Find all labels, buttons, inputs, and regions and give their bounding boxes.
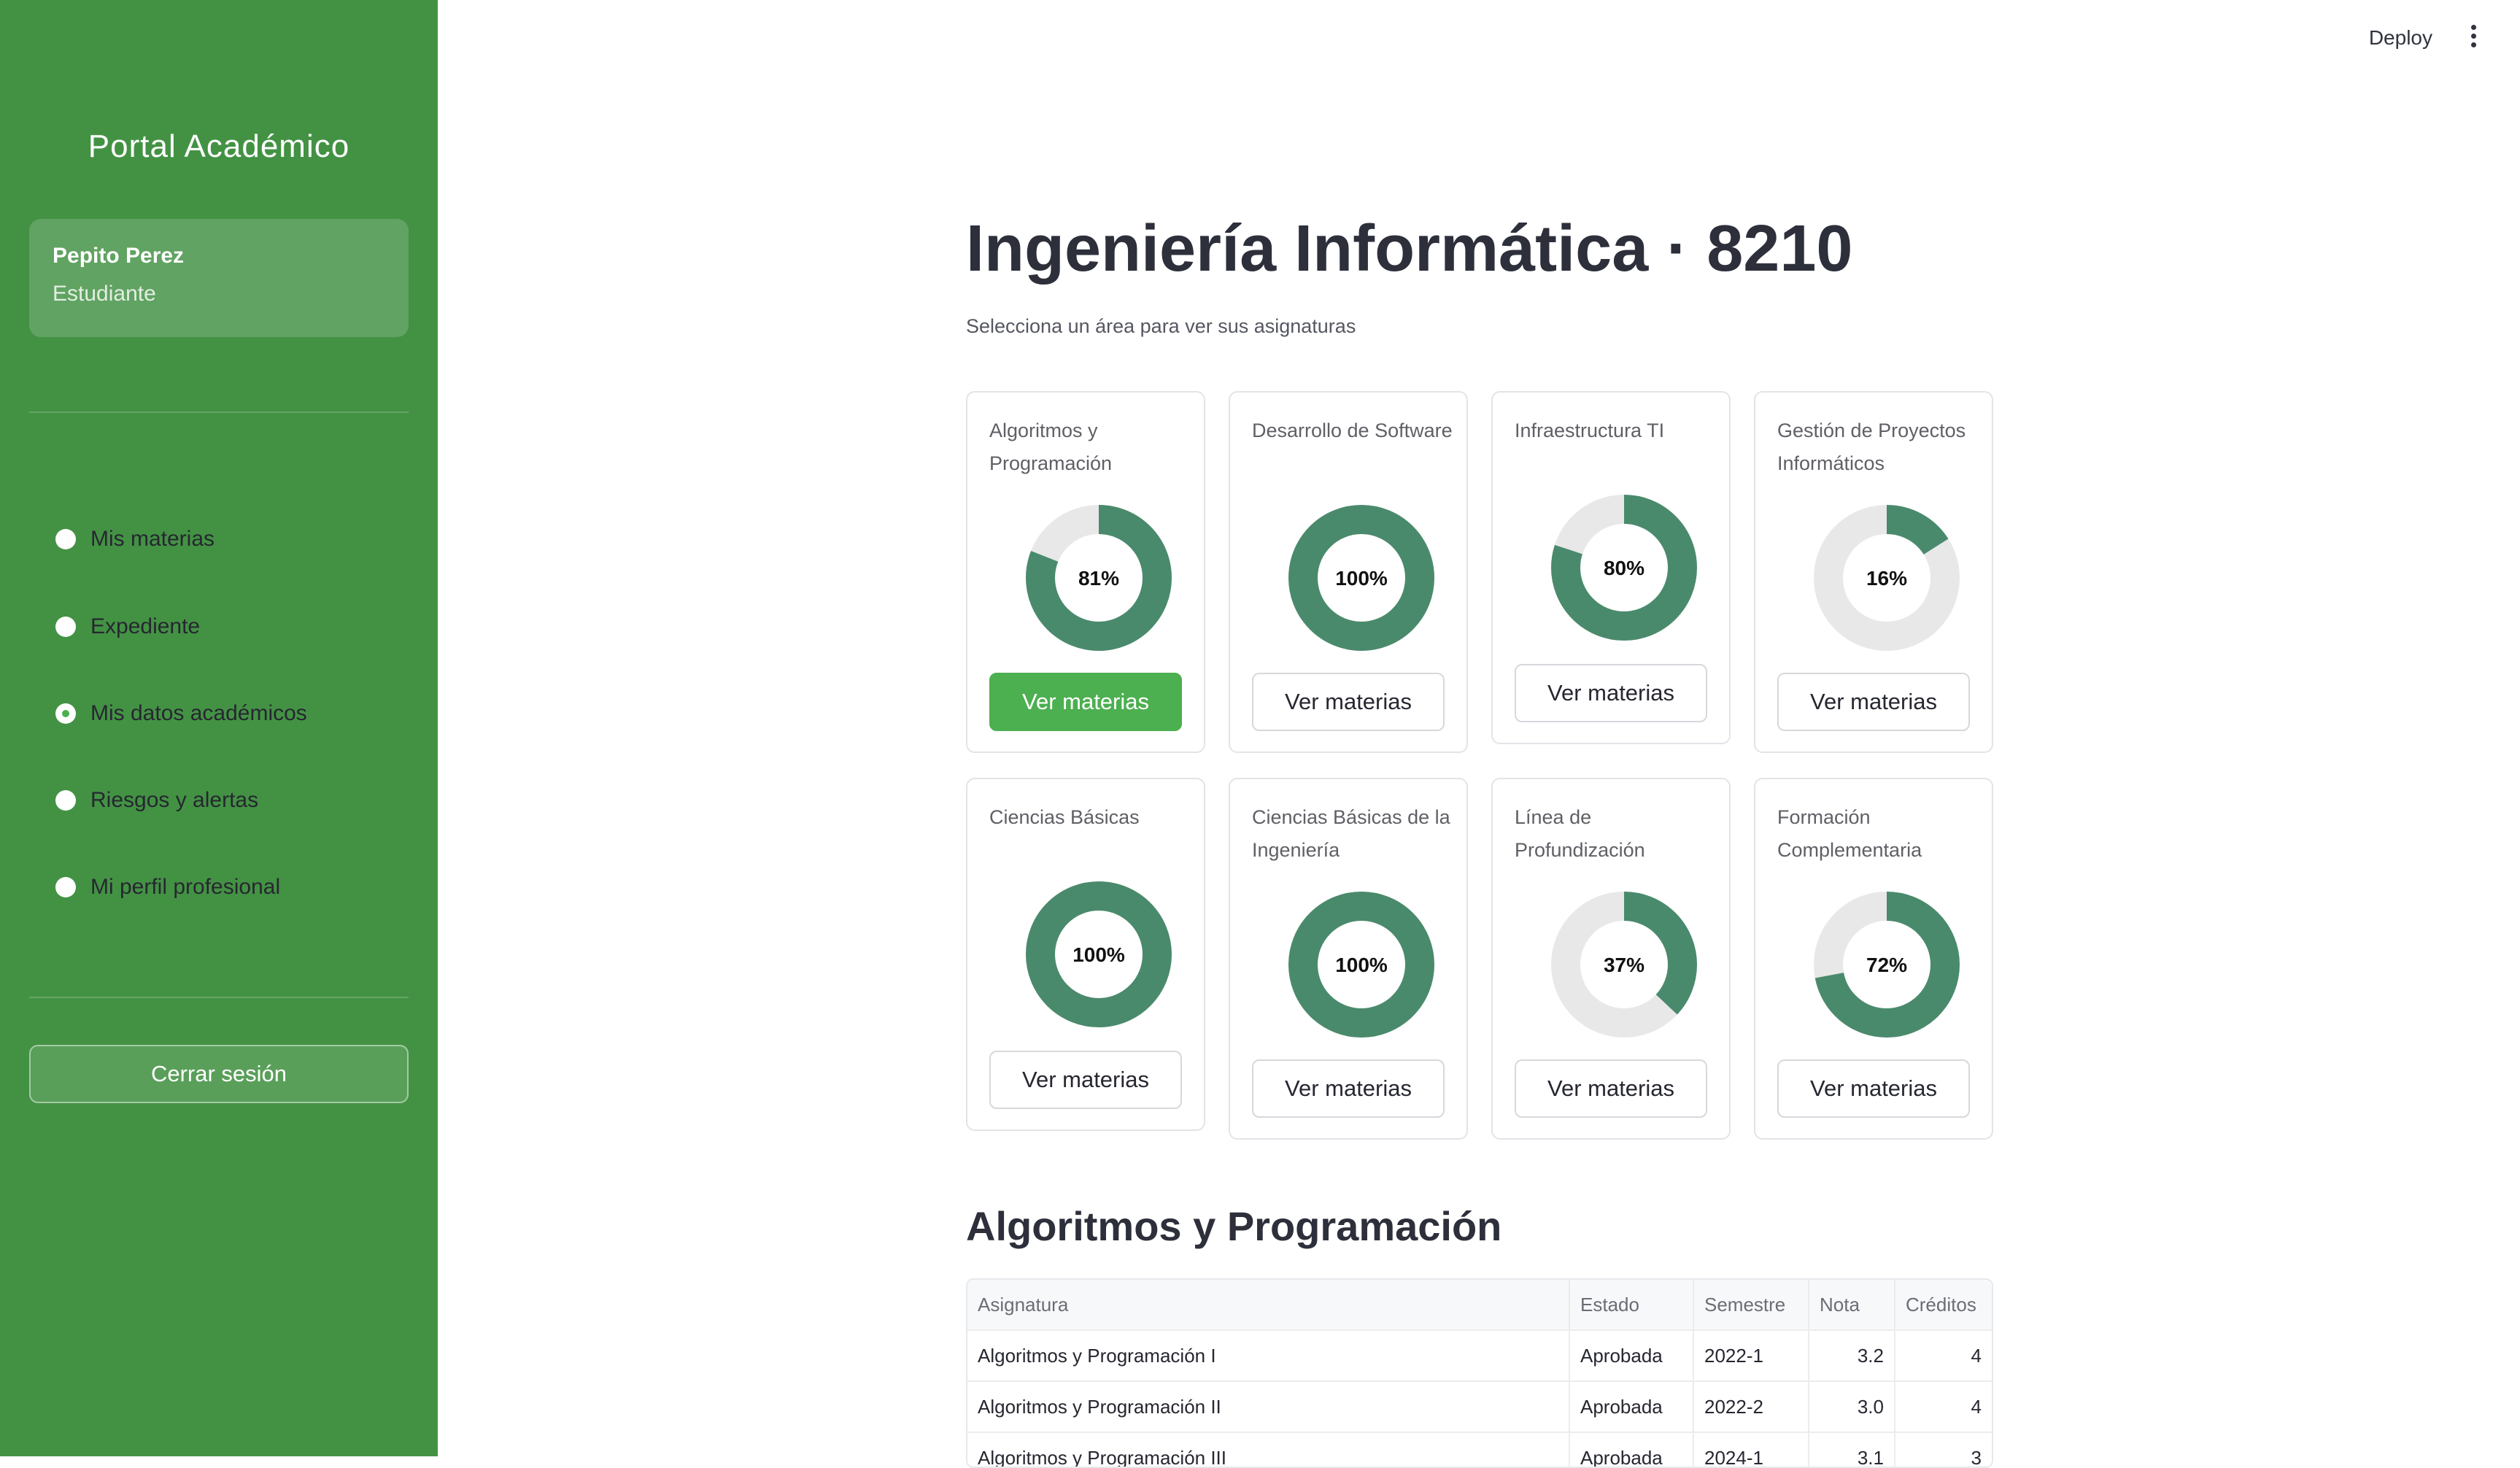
area-card: Ciencias Básicas de la Ingeniería 100% V… (1229, 778, 1468, 1140)
page-subtitle: Selecciona un área para ver sus asignatu… (966, 315, 1356, 337)
radio-icon[interactable] (55, 703, 76, 724)
area-card: Gestión de Proyectos Informáticos 16% Ve… (1754, 391, 1993, 753)
area-card-title: Algoritmos y Programación (989, 420, 1113, 474)
area-card-title: Línea de Profundización (1515, 806, 1645, 861)
progress-donut: 16% (1814, 505, 1960, 651)
donut-percent-label: 37% (1604, 954, 1644, 976)
area-card: Infraestructura TI 80% Ver materias (1491, 391, 1731, 744)
table-header-row: Asignatura Estado Semestre Nota Créditos (967, 1280, 1992, 1331)
table-cell: 2022-1 (1693, 1330, 1809, 1382)
area-card: Formación Complementaria 72% Ver materia… (1754, 778, 1993, 1140)
table-cell: Algoritmos y Programación II (967, 1381, 1570, 1433)
table-cell: Aprobada (1569, 1432, 1694, 1467)
radio-icon[interactable] (55, 877, 76, 897)
donut-percent-label: 100% (1335, 567, 1388, 590)
progress-donut: 100% (1026, 881, 1172, 1027)
table-row: Algoritmos y Programación II Aprobada 20… (967, 1381, 1992, 1433)
user-card: Pepito Perez Estudiante (29, 219, 409, 337)
area-card-title: Formación Complementaria (1777, 806, 1922, 861)
area-card: Desarrollo de Software 100% Ver materias (1229, 391, 1468, 753)
progress-donut: 100% (1288, 892, 1434, 1038)
column-header[interactable]: Semestre (1693, 1280, 1809, 1331)
ver-materias-button[interactable]: Ver materias (1515, 664, 1707, 722)
area-card: Algoritmos y Programación 81% Ver materi… (966, 391, 1205, 753)
progress-donut: 100% (1288, 505, 1434, 651)
table-cell: Aprobada (1569, 1381, 1694, 1433)
table-cell: 3.0 (1809, 1381, 1895, 1433)
user-name: Pepito Perez (53, 244, 185, 268)
column-header[interactable]: Nota (1809, 1280, 1895, 1331)
table-cell: 2024-1 (1693, 1432, 1809, 1467)
ver-materias-button[interactable]: Ver materias (989, 673, 1182, 731)
ver-materias-button[interactable]: Ver materias (1777, 673, 1970, 731)
more-vertical-icon[interactable] (2469, 25, 2478, 51)
table-cell: 3 (1895, 1432, 1992, 1467)
progress-donut: 72% (1814, 892, 1960, 1038)
table-cell: Algoritmos y Programación I (967, 1330, 1570, 1382)
radio-icon[interactable] (55, 790, 76, 811)
ver-materias-button[interactable]: Ver materias (1515, 1059, 1707, 1118)
sidebar-item-label: Riesgos y alertas (90, 788, 259, 812)
progress-donut: 81% (1026, 505, 1172, 651)
table-row: Algoritmos y Programación I Aprobada 202… (967, 1330, 1992, 1382)
area-card-title: Ciencias Básicas de la Ingeniería (1252, 806, 1450, 861)
donut-percent-label: 100% (1335, 954, 1388, 976)
subjects-table: Asignatura Estado Semestre Nota Créditos… (966, 1278, 1993, 1468)
sidebar-divider (29, 412, 409, 413)
ver-materias-button[interactable]: Ver materias (1252, 1059, 1445, 1118)
progress-donut: 37% (1551, 892, 1697, 1038)
logout-button[interactable]: Cerrar sesión (29, 1045, 409, 1103)
ver-materias-button[interactable]: Ver materias (989, 1051, 1182, 1109)
area-card: Línea de Profundización 37% Ver materias (1491, 778, 1731, 1140)
table-cell: 3.1 (1809, 1432, 1895, 1467)
column-header[interactable]: Créditos (1895, 1280, 1992, 1331)
table-cell: Algoritmos y Programación III (967, 1432, 1570, 1467)
sidebar-item-label: Mi perfil profesional (90, 875, 281, 899)
column-header[interactable]: Asignatura (967, 1280, 1570, 1331)
ver-materias-button[interactable]: Ver materias (1777, 1059, 1970, 1118)
column-header[interactable]: Estado (1569, 1280, 1694, 1331)
progress-donut: 80% (1551, 495, 1697, 641)
sidebar-item-label: Mis datos académicos (90, 701, 307, 725)
sidebar-item-label: Mis materias (90, 527, 215, 551)
area-card: Ciencias Básicas 100% Ver materias (966, 778, 1205, 1131)
area-card-title: Ciencias Básicas (989, 806, 1140, 828)
sidebar-divider (29, 997, 409, 998)
donut-percent-label: 16% (1866, 567, 1907, 590)
radio-icon[interactable] (55, 529, 76, 549)
table-cell: 4 (1895, 1330, 1992, 1382)
area-card-title: Gestión de Proyectos Informáticos (1777, 420, 1966, 474)
donut-percent-label: 72% (1866, 954, 1907, 976)
table-cell: Aprobada (1569, 1330, 1694, 1382)
donut-percent-label: 100% (1072, 943, 1125, 966)
donut-percent-label: 81% (1078, 567, 1119, 590)
page-title: Ingeniería Informática · 8210 (966, 212, 1853, 285)
sidebar-item-expediente[interactable]: Expediente (55, 614, 200, 639)
area-card-title: Desarrollo de Software (1252, 420, 1453, 441)
section-title: Algoritmos y Programación (966, 1203, 1502, 1249)
table-cell: 2022-2 (1693, 1381, 1809, 1433)
radio-icon[interactable] (55, 617, 76, 637)
sidebar: Portal Académico Pepito Perez Estudiante… (0, 0, 438, 1456)
sidebar-brand: Portal Académico (88, 128, 350, 164)
sidebar-item-mi-perfil-profesional[interactable]: Mi perfil profesional (55, 875, 280, 900)
table-row: Algoritmos y Programación III Aprobada 2… (967, 1432, 1992, 1467)
user-role: Estudiante (53, 282, 156, 306)
table-cell: 3.2 (1809, 1330, 1895, 1382)
sidebar-item-mis-materias[interactable]: Mis materias (55, 527, 214, 552)
sidebar-item-riesgos-alertas[interactable]: Riesgos y alertas (55, 788, 258, 813)
sidebar-item-label: Expediente (90, 614, 201, 638)
ver-materias-button[interactable]: Ver materias (1252, 673, 1445, 731)
table-cell: 4 (1895, 1381, 1992, 1433)
sidebar-item-mis-datos-academicos[interactable]: Mis datos académicos (55, 701, 307, 726)
deploy-button[interactable]: Deploy (2369, 26, 2432, 50)
area-card-title: Infraestructura TI (1515, 420, 1665, 441)
donut-percent-label: 80% (1604, 557, 1644, 579)
